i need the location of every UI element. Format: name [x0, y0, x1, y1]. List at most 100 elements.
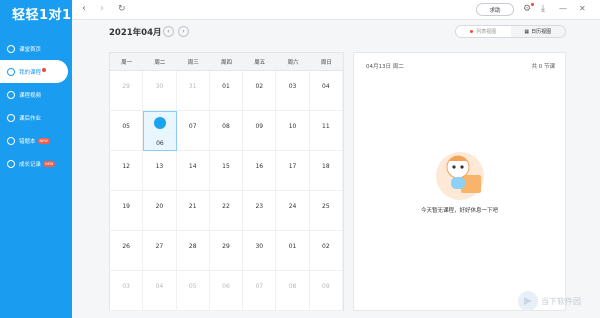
weekday-label: 周六	[287, 59, 299, 66]
day-number: 23	[255, 203, 264, 210]
settings-icon[interactable]: ⚙	[523, 4, 531, 14]
list-view-dot	[470, 30, 474, 33]
calendar-day[interactable]: 25	[309, 191, 343, 231]
prev-month-button[interactable]: ‹	[163, 26, 174, 37]
day-number: 02	[255, 83, 264, 90]
calendar-day[interactable]: 20	[143, 191, 177, 231]
calendar-day[interactable]: 05	[176, 271, 210, 311]
sidebar: 轻轻1对1 课堂首页 我的课程 课程视频 课后作业 错题本 NEW 成长记录 NEW	[0, 0, 72, 318]
calendar-day[interactable]: 10	[276, 111, 310, 151]
calendar-day[interactable]: 07	[243, 271, 277, 311]
app-logo: 轻轻1对1	[12, 8, 72, 23]
calendar-day[interactable]: 14	[176, 151, 210, 191]
sidebar-item-1[interactable]: 我的课程	[0, 60, 68, 83]
calendar-day[interactable]: 18	[309, 151, 343, 191]
calendar-day[interactable]: 15	[209, 151, 244, 191]
calendar-day[interactable]: 19	[110, 191, 144, 231]
sidebar-item-label: 课程视频	[19, 92, 42, 99]
calendar-day[interactable]: 06	[209, 271, 244, 311]
calendar-day[interactable]: 03	[110, 271, 144, 311]
weekday-label: 周一	[121, 59, 133, 66]
calendar-day[interactable]: 07	[176, 111, 210, 151]
calendar-day[interactable]: 02	[309, 231, 343, 271]
day-number: 28	[188, 243, 197, 250]
calendar-view-tab[interactable]: ▦ 日历视图	[510, 26, 565, 37]
sidebar-item-4[interactable]: 错题本 NEW	[0, 129, 72, 152]
day-number: 06	[156, 140, 164, 147]
sidebar-item-2[interactable]: 课程视频	[0, 83, 72, 106]
calendar-day[interactable]: 26	[110, 231, 144, 271]
calendar-day[interactable]: 16	[243, 151, 277, 191]
day-number: 26	[122, 243, 130, 250]
calendar-day[interactable]: 08	[276, 271, 310, 311]
calendar-day[interactable]: 03	[276, 71, 310, 111]
notification-dot	[42, 67, 47, 72]
forward-button[interactable]: ›	[100, 4, 104, 14]
day-number: 02	[322, 243, 330, 250]
calendar-day[interactable]: 13	[143, 151, 177, 191]
calendar-day[interactable]: 12	[110, 151, 144, 191]
calendar-day[interactable]: 04	[309, 71, 343, 111]
calendar-day[interactable]: 17	[276, 151, 310, 191]
day-number: 15	[222, 163, 230, 170]
today-marker-icon	[153, 117, 166, 129]
day-number: 09	[255, 123, 264, 130]
calendar-day[interactable]: 31	[176, 71, 210, 111]
weekday-label: 周五	[254, 59, 266, 66]
day-number: 05	[122, 123, 130, 130]
sidebar-item-0[interactable]: 课堂首页	[0, 37, 72, 60]
main-content: 2021年04月 ‹ › 列表视图 ▦ 日历视图 周一 周二 周三 周四 周五 周六 周日 …	[72, 20, 600, 318]
calendar-day[interactable]: 24	[276, 191, 310, 231]
day-number: 31	[188, 83, 197, 90]
day-number: 13	[155, 163, 164, 170]
calendar-day[interactable]: 27	[143, 231, 177, 271]
day-number: 30	[255, 243, 264, 250]
day-number: 17	[288, 163, 297, 170]
notebook-icon	[7, 136, 15, 145]
minimize-button[interactable]: —	[559, 4, 567, 14]
download-icon[interactable]: ⤓	[541, 4, 545, 14]
day-number: 22	[222, 203, 230, 210]
sidebar-nav: 课堂首页 我的课程 课程视频 课后作业 错题本 NEW 成长记录 NEW	[0, 37, 72, 175]
calendar-day[interactable]: 09	[243, 111, 277, 151]
calendar-day[interactable]: 29	[110, 71, 144, 111]
day-number: 29	[222, 243, 230, 250]
refresh-button[interactable]: ↻	[118, 4, 126, 14]
calendar-day[interactable]: 02	[243, 71, 277, 111]
close-button[interactable]: ✕	[579, 4, 586, 14]
settings-dot	[531, 3, 534, 6]
calendar-day[interactable]: 21	[176, 191, 210, 231]
calendar-day[interactable]: 30	[243, 231, 277, 271]
day-number: 29	[122, 83, 130, 90]
sidebar-item-5[interactable]: 成长记录 NEW	[0, 152, 72, 175]
day-number: 01	[222, 83, 230, 90]
calendar-day[interactable]: 30	[143, 71, 177, 111]
weekday-label: 周日	[320, 59, 332, 66]
day-number: 04	[322, 83, 330, 90]
calendar-day[interactable]: 04	[143, 271, 177, 311]
day-number: 03	[288, 83, 297, 90]
new-badge: NEW	[37, 137, 50, 144]
next-month-button[interactable]: ›	[178, 26, 189, 37]
back-button[interactable]: ‹	[82, 4, 86, 14]
calendar-day[interactable]: 01	[276, 231, 310, 271]
sidebar-item-label: 课堂首页	[19, 46, 42, 53]
calendar-day[interactable]: 06	[143, 111, 177, 151]
help-button[interactable]: 求助	[476, 3, 514, 16]
calendar-grid: 周一 周二 周三 周四 周五 周六 周日 29 30 31 01 02 03 04 05 06 07 08 09 1…	[109, 52, 344, 311]
calendar-day[interactable]: 08	[209, 111, 244, 151]
calendar-day[interactable]: 11	[309, 111, 343, 151]
day-number: 11	[322, 123, 330, 130]
calendar-day[interactable]: 05	[110, 111, 144, 151]
calendar-day[interactable]: 09	[309, 271, 343, 311]
list-view-tab[interactable]: 列表视图	[456, 26, 511, 37]
calendar-day[interactable]: 29	[209, 231, 244, 271]
calendar-day[interactable]: 22	[209, 191, 244, 231]
calendar-day[interactable]: 01	[209, 71, 244, 111]
calendar-day[interactable]: 23	[243, 191, 277, 231]
calendar-view-label: 日历视图	[531, 29, 552, 35]
calendar-day[interactable]: 28	[176, 231, 210, 271]
sidebar-item-label: 错题本	[19, 138, 36, 145]
sidebar-item-3[interactable]: 课后作业	[0, 106, 72, 129]
day-number: 05	[188, 283, 197, 290]
